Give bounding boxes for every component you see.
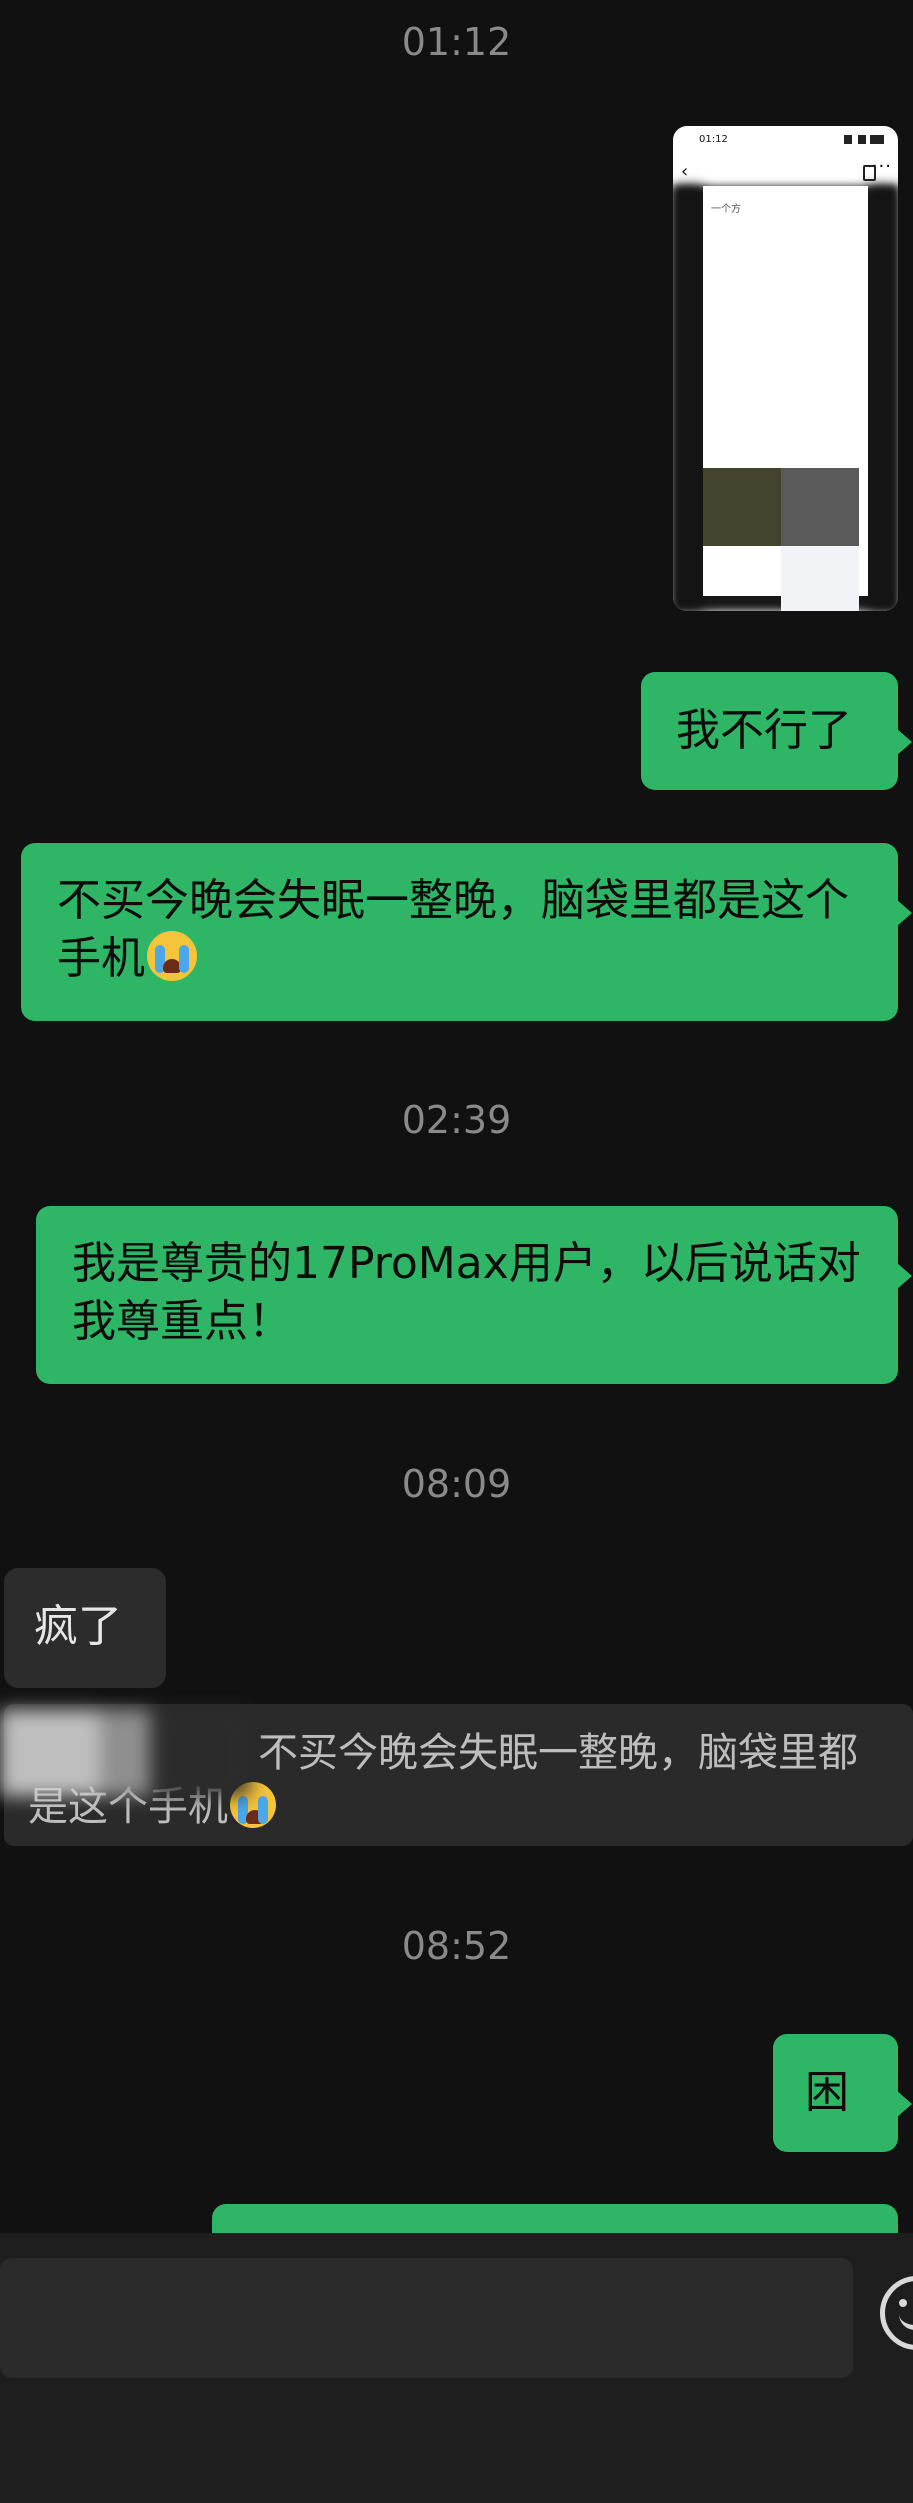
image-status-icons [844,135,884,144]
message-text: 我是尊贵的17ProMax用户，以后说话对我尊重点！ [72,1238,861,1347]
message-sent-3[interactable]: 我是尊贵的17ProMax用户，以后说话对我尊重点！ [36,1206,912,1384]
message-received-1[interactable]: 疯了 [4,1568,166,1688]
image-tile-dark [703,468,781,546]
timestamp-0239: 02:39 [401,1098,512,1142]
image-blur-left [673,186,703,611]
message-sent-4[interactable]: 困 [773,2034,912,2152]
image-strip [781,546,859,611]
message-text: 困 [805,2067,849,2118]
image-blur-right [868,186,898,611]
message-sent-1[interactable]: 我不行了 [641,672,912,790]
more-dots-icon: ··· [871,156,892,177]
message-sent-2[interactable]: 不买今晚会失眠一整晚，脑袋里都是这个手机 [21,843,912,1021]
image-status-time: 01:12 [699,134,728,145]
timestamp-0809: 08:09 [401,1462,512,1506]
loudly-crying-face-icon [147,931,197,981]
message-input[interactable] [0,2258,853,2378]
message-text: 我不行了 [676,705,852,756]
image-message[interactable]: 01:12 ‹ ··· 一个方 [673,126,898,611]
message-text: 疯了 [34,1601,122,1652]
image-small-text: 一个方 [711,204,741,215]
chevron-left-icon: ‹ [681,161,689,182]
quote-avatar-blur [0,1710,250,1796]
timestamp-0112: 01:12 [401,20,512,64]
timestamp-0852: 08:52 [401,1924,512,1968]
image-tile-gray [781,468,859,546]
